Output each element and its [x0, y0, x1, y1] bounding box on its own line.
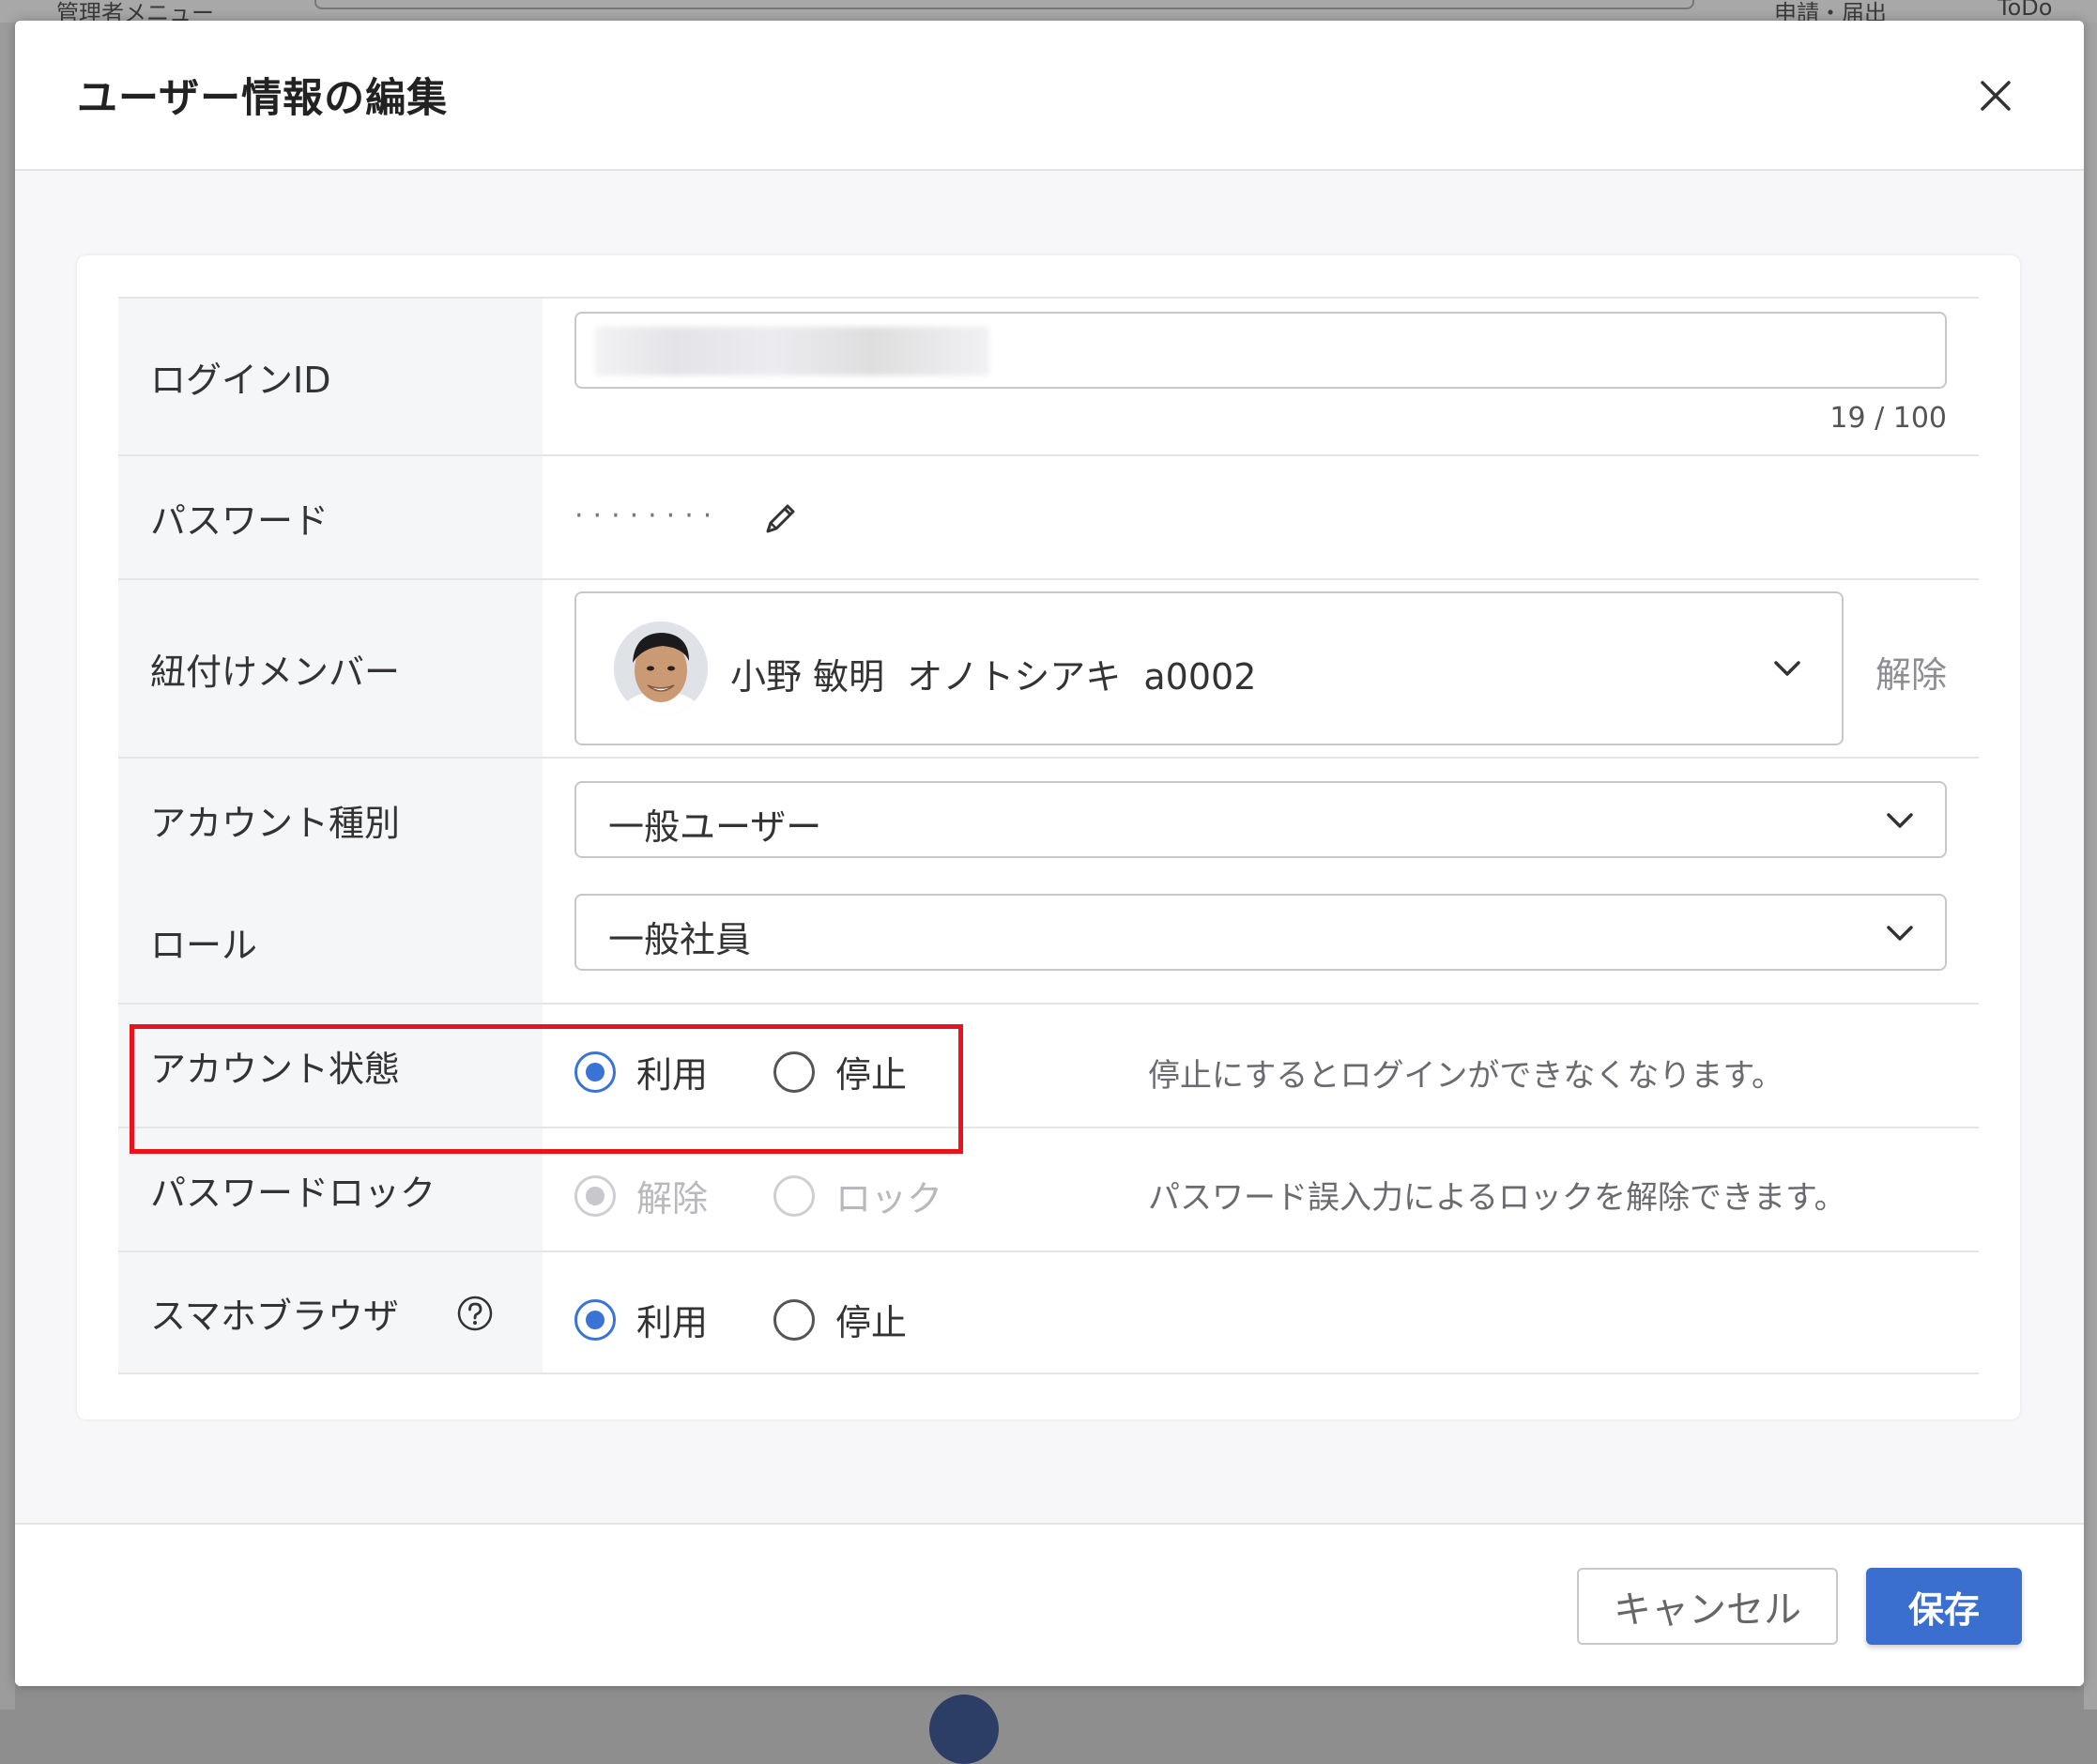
row-account-type: アカウント種別 一般ユーザー	[118, 759, 1979, 881]
role-label: ロール	[118, 881, 543, 1003]
form-card: ログインID 19 / 100 パスワード ········ 紐付けメンバー 小…	[77, 255, 2020, 1419]
radio-label: 停止	[835, 1054, 908, 1096]
smartphone-browser-stop-radio[interactable]: 停止	[773, 1294, 907, 1345]
account-type-label: アカウント種別	[118, 759, 543, 881]
password-lock-release-radio[interactable]: 解除	[574, 1170, 708, 1221]
account-status-hint: 停止にするとログインができなくなります。	[1148, 1057, 1783, 1095]
chevron-down-icon	[1768, 650, 1806, 687]
row-linked-member: 紐付けメンバー 小野 敏明 オノトシアキ a0002 解除	[118, 580, 1979, 759]
account-status-radio-group: 利用 停止	[574, 1046, 972, 1097]
role-select[interactable]: 一般社員	[574, 894, 1947, 971]
radio-label: 利用	[636, 1302, 709, 1343]
radio-checked-icon	[574, 1298, 616, 1341]
linked-member-name: 小野 敏明 オノトシアキ a0002	[730, 656, 1257, 698]
radio-label: 解除	[636, 1178, 709, 1219]
role-value: 一般社員	[608, 919, 752, 960]
pencil-icon[interactable]	[760, 498, 802, 539]
password-lock-hint: パスワード誤入力によるロックを解除できます。	[1148, 1179, 1846, 1217]
row-account-status: アカウント状態 利用 停止 停止にするとログインができなくなります。	[118, 1005, 1979, 1128]
linked-member-label: 紐付けメンバー	[118, 580, 543, 757]
account-status-use-radio[interactable]: 利用	[574, 1046, 708, 1097]
row-smartphone-browser: スマホブラウザ 利用 停止	[118, 1252, 1979, 1374]
background-floating-button	[929, 1695, 999, 1764]
radio-unchecked-disabled-icon	[773, 1174, 816, 1217]
row-password: パスワード ········	[118, 456, 1979, 580]
password-lock-radio-group: 解除 ロック	[574, 1170, 1008, 1221]
background-right-strip	[2084, 23, 2097, 1710]
password-label: パスワード	[118, 456, 543, 578]
row-password-lock: パスワードロック 解除 ロック パスワード誤入力によるロックを解除できます。	[118, 1128, 1979, 1252]
row-role: ロール 一般社員	[118, 881, 1979, 1005]
dialog-title: ユーザー情報の編集	[77, 75, 449, 122]
login-id-char-counter: 19 / 100	[1829, 402, 1947, 435]
save-button[interactable]: 保存	[1866, 1568, 2022, 1645]
linked-member-select[interactable]: 小野 敏明 オノトシアキ a0002	[574, 591, 1844, 745]
smartphone-browser-label: スマホブラウザ	[150, 1295, 399, 1337]
background-search-bar	[314, 0, 1694, 9]
dialog-header: ユーザー情報の編集	[15, 21, 2084, 171]
smartphone-browser-radio-group: 利用 停止	[574, 1294, 972, 1345]
radio-label: 利用	[636, 1054, 709, 1096]
password-lock-lock-radio[interactable]: ロック	[773, 1170, 942, 1221]
password-lock-label: パスワードロック	[118, 1128, 543, 1250]
account-status-label: アカウント状態	[118, 1005, 543, 1127]
help-icon[interactable]	[456, 1295, 494, 1332]
login-id-value-blurred	[595, 327, 989, 376]
member-avatar	[614, 621, 708, 715]
account-status-stop-radio[interactable]: 停止	[773, 1046, 907, 1097]
chevron-down-icon	[1881, 802, 1919, 839]
radio-checked-disabled-icon	[574, 1174, 616, 1217]
login-id-label: ログインID	[118, 299, 543, 454]
background-left-strip	[0, 23, 15, 1710]
radio-label: ロック	[835, 1178, 943, 1219]
login-id-input[interactable]	[574, 312, 1947, 389]
edit-user-dialog: ユーザー情報の編集 ログインID 19 / 100 パスワード ········…	[15, 21, 2084, 1686]
account-type-select[interactable]: 一般ユーザー	[574, 781, 1947, 858]
radio-unchecked-icon	[773, 1298, 816, 1341]
password-masked-value: ········	[574, 499, 722, 532]
dialog-footer: キャンセル 保存	[15, 1523, 2084, 1686]
close-icon[interactable]	[1975, 75, 2016, 116]
cancel-button[interactable]: キャンセル	[1577, 1568, 1838, 1645]
todo-label: ToDo	[1998, 0, 2053, 21]
radio-label: 停止	[835, 1302, 908, 1343]
account-type-value: 一般ユーザー	[608, 806, 822, 848]
release-member-link[interactable]: 解除	[1875, 646, 1947, 698]
radio-checked-icon	[574, 1051, 616, 1093]
smartphone-browser-use-radio[interactable]: 利用	[574, 1294, 708, 1345]
radio-unchecked-icon	[773, 1051, 816, 1093]
chevron-down-icon	[1881, 914, 1919, 952]
row-login-id: ログインID 19 / 100	[118, 299, 1979, 456]
smartphone-browser-label-cell: スマホブラウザ	[118, 1252, 543, 1373]
form-table: ログインID 19 / 100 パスワード ········ 紐付けメンバー 小…	[118, 297, 1979, 1374]
